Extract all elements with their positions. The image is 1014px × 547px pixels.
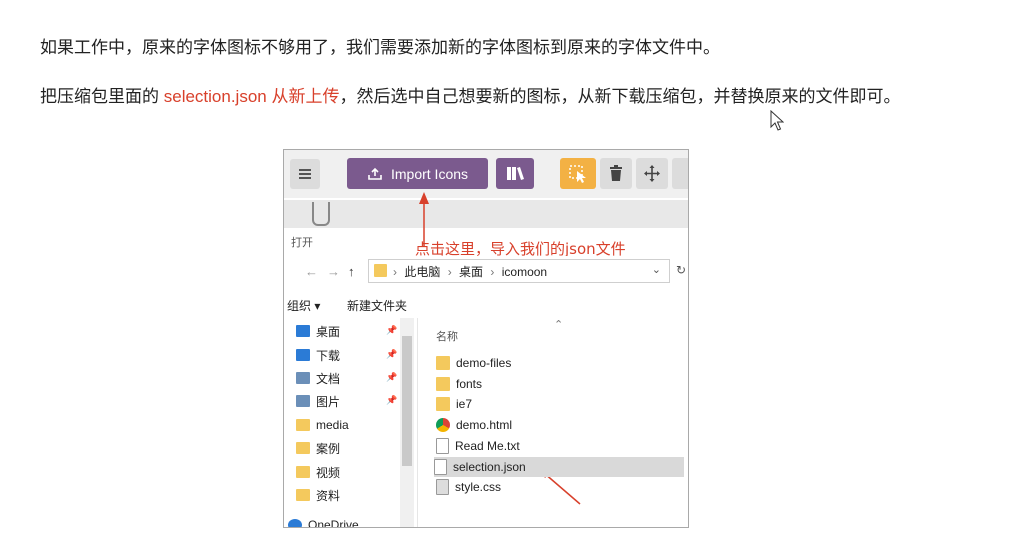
file-item[interactable]: style.css <box>436 477 686 497</box>
folder-icon <box>296 466 310 478</box>
icon-grid-header <box>284 200 688 228</box>
file-item[interactable]: demo-files <box>436 353 686 373</box>
file-item-selected[interactable]: selection.json <box>434 457 684 477</box>
select-tool-button[interactable] <box>560 158 596 189</box>
move-arrows-icon <box>644 165 660 182</box>
pointer-select-icon <box>569 165 586 183</box>
pin-icon[interactable]: 📌 <box>386 325 397 336</box>
nav-item-desktop[interactable]: 桌面 <box>296 321 340 341</box>
refresh-icon[interactable]: ↻ <box>676 263 686 277</box>
desktop-icon <box>296 325 310 337</box>
folder-icon <box>436 356 450 370</box>
nav-item-videos[interactable]: 视频 <box>296 462 340 482</box>
import-icons-button[interactable]: Import Icons <box>347 158 488 189</box>
embedded-screenshot: Import Icons 打开 点击这里，导入我们的json文件 ← → ↑ ›… <box>283 149 689 528</box>
mouse-cursor-icon <box>770 110 784 131</box>
nav-item-pictures[interactable]: 图片 <box>296 391 340 411</box>
breadcrumb-desktop[interactable]: 桌面 <box>459 265 483 279</box>
pin-icon[interactable]: 📌 <box>386 395 397 406</box>
open-dialog-title: 打开 <box>291 237 313 249</box>
nav-scrollbar-thumb[interactable] <box>402 336 412 466</box>
document-icon <box>296 372 310 384</box>
file-item[interactable]: fonts <box>436 374 686 394</box>
clip-icon <box>312 202 330 226</box>
books-icon <box>507 167 524 180</box>
library-button[interactable] <box>496 158 534 189</box>
file-list[interactable]: ⌃ 名称 demo-files fonts ie7 demo.html Read… <box>418 318 688 527</box>
css-file-icon <box>436 479 449 495</box>
nav-item-cases[interactable]: 案例 <box>296 438 340 458</box>
chrome-icon <box>436 418 450 432</box>
text-file-icon <box>436 438 449 454</box>
address-field[interactable]: › 此电脑 › 桌面 › icomoon ⌄ <box>368 259 670 283</box>
nav-item-onedrive[interactable]: OneDrive <box>288 515 359 527</box>
command-bar: 组织 ▾ 新建文件夹 <box>284 294 688 314</box>
folder-icon <box>436 377 450 391</box>
picture-icon <box>296 395 310 407</box>
instruction-paragraph-1: 如果工作中，原来的字体图标不够用了，我们需要添加新的字体图标到原来的字体文件中。 <box>40 38 720 57</box>
folder-icon <box>296 489 310 501</box>
paragraph-2-end: ，然后选中自己想要新的图标，从新下载压缩包，并替换原来的文件即可。 <box>339 87 901 106</box>
highlighted-text: selection.json 从新上传 <box>163 87 340 106</box>
more-tools-button[interactable] <box>672 158 688 189</box>
chevron-down-icon[interactable]: ⌄ <box>652 263 661 276</box>
breadcrumb: › 此电脑 › 桌面 › icomoon <box>393 265 548 279</box>
pin-icon[interactable]: 📌 <box>386 349 397 360</box>
organize-button[interactable]: 组织 ▾ <box>287 297 320 314</box>
nav-item-documents[interactable]: 文档 <box>296 368 340 388</box>
folder-icon <box>374 264 387 277</box>
json-file-icon <box>434 459 447 475</box>
upload-icon <box>368 167 382 180</box>
back-arrow-icon[interactable]: ← <box>305 264 318 279</box>
folder-icon <box>436 397 450 411</box>
delete-tool-button[interactable] <box>600 158 632 189</box>
trash-icon <box>610 165 622 181</box>
up-arrow-icon[interactable]: ↑ <box>348 264 355 279</box>
pin-icon[interactable]: 📌 <box>386 372 397 383</box>
navigation-pane[interactable]: 桌面 下载 文档 图片 media 案例 视频 资料 OneDrive 📌 📌 … <box>284 318 418 527</box>
folder-icon <box>296 419 310 431</box>
menu-button[interactable] <box>290 159 320 189</box>
file-item[interactable]: demo.html <box>436 415 686 435</box>
import-icons-label: Import Icons <box>390 165 469 182</box>
sort-caret-icon: ⌃ <box>554 319 564 331</box>
column-header-name[interactable]: 名称 <box>436 328 458 344</box>
nav-item-media[interactable]: media <box>296 415 349 435</box>
icomoon-toolbar: Import Icons <box>284 150 688 198</box>
forward-arrow-icon[interactable]: → <box>327 264 340 279</box>
paragraph-2-start: 把压缩包里面的 <box>40 87 164 106</box>
file-item[interactable]: Read Me.txt <box>436 436 686 456</box>
nav-item-downloads[interactable]: 下载 <box>296 345 340 365</box>
download-icon <box>296 349 310 361</box>
breadcrumb-icomoon[interactable]: icomoon <box>502 265 547 279</box>
instruction-paragraph-2: 把压缩包里面的 selection.json 从新上传，然后选中自己想要新的图标… <box>40 86 900 108</box>
folder-icon <box>296 442 310 454</box>
nav-item-materials[interactable]: 资料 <box>296 485 340 505</box>
cloud-icon <box>288 519 302 527</box>
breadcrumb-this-pc[interactable]: 此电脑 <box>404 265 440 279</box>
file-item[interactable]: ie7 <box>436 394 686 414</box>
move-tool-button[interactable] <box>636 158 668 189</box>
new-folder-button[interactable]: 新建文件夹 <box>347 297 407 314</box>
